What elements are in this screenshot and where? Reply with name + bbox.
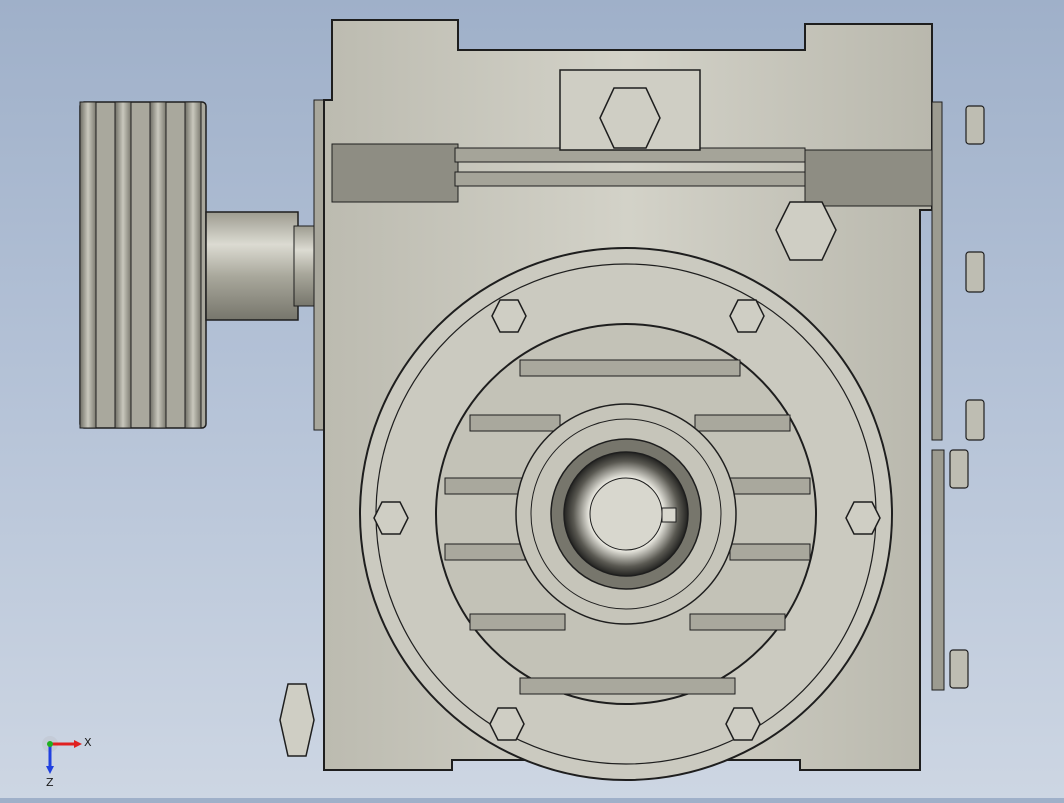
- axis-triad: X Z: [38, 730, 98, 790]
- x-axis-arrow: [74, 740, 82, 748]
- x-axis-label: X: [84, 736, 92, 749]
- cad-viewport[interactable]: [0, 0, 1064, 798]
- z-axis-label: Z: [46, 776, 54, 789]
- input-shaft: [205, 99, 329, 431]
- y-axis-dot: [47, 741, 53, 747]
- pulley: [79, 101, 207, 429]
- z-axis-arrow: [46, 766, 54, 774]
- side-flange: [931, 101, 945, 691]
- gearbox-model: [79, 19, 985, 781]
- side-bolts: [949, 105, 985, 689]
- output-flange: [359, 247, 893, 781]
